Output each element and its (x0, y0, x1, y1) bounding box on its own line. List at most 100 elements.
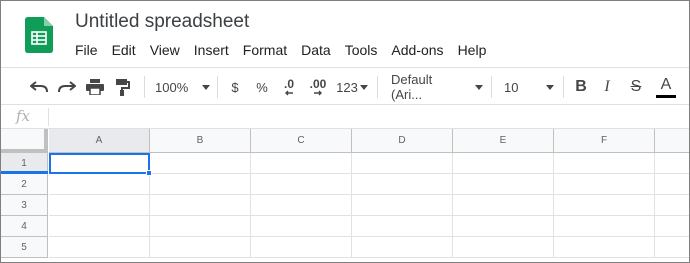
cell[interactable] (150, 153, 251, 174)
cell[interactable] (655, 237, 689, 258)
text-color-label: A (660, 75, 672, 93)
cell[interactable] (655, 195, 689, 216)
cell[interactable] (453, 216, 554, 237)
fill-handle[interactable] (146, 170, 152, 176)
cell[interactable] (150, 174, 251, 195)
column-header-f[interactable]: F (554, 129, 655, 153)
percent-format-button[interactable]: % (251, 68, 273, 106)
cell[interactable] (352, 153, 453, 174)
menu-help[interactable]: Help (458, 41, 487, 59)
cell[interactable] (150, 195, 251, 216)
row-header-5[interactable]: 5 (1, 237, 48, 258)
toolbar-divider (217, 76, 218, 98)
menu-file[interactable]: File (75, 41, 98, 59)
menu-tools[interactable]: Tools (345, 41, 378, 59)
font-size-value: 10 (504, 79, 519, 95)
cell[interactable] (352, 195, 453, 216)
cell[interactable] (251, 195, 352, 216)
column-header-a[interactable]: A (49, 129, 150, 153)
cell[interactable] (554, 216, 655, 237)
cell[interactable] (251, 216, 352, 237)
column-header-b[interactable]: B (150, 129, 251, 153)
toolbar-divider (377, 76, 378, 98)
menu-edit[interactable]: Edit (112, 41, 136, 59)
toolbar-divider (491, 76, 492, 98)
undo-icon (30, 81, 48, 93)
formula-bar-divider (48, 108, 49, 126)
zoom-select[interactable]: 100% (155, 68, 211, 106)
font-family-value: Default (Ari... (391, 72, 433, 102)
menu-format[interactable]: Format (243, 41, 287, 59)
cell[interactable] (655, 153, 689, 174)
column-header-partial[interactable] (655, 129, 689, 153)
decrease-decimal-button[interactable]: .0 (277, 68, 301, 106)
row-header-3[interactable]: 3 (1, 195, 48, 216)
cell[interactable] (352, 237, 453, 258)
paint-format-button[interactable] (111, 68, 135, 106)
toolbar-divider (563, 76, 564, 98)
column-header-d[interactable]: D (352, 129, 453, 153)
row-header-2[interactable]: 2 (1, 174, 48, 195)
cell[interactable] (453, 237, 554, 258)
menu-data[interactable]: Data (301, 41, 331, 59)
chevron-down-icon (546, 84, 555, 90)
toolbar-divider (144, 76, 145, 98)
increase-decimal-button[interactable]: .00 (305, 68, 331, 106)
undo-button[interactable] (27, 68, 51, 106)
italic-button[interactable]: I (597, 68, 617, 106)
cell[interactable] (251, 237, 352, 258)
print-button[interactable] (83, 68, 107, 106)
redo-button[interactable] (55, 68, 79, 106)
cell[interactable] (49, 195, 150, 216)
cell[interactable] (49, 216, 150, 237)
select-all-corner[interactable] (1, 129, 48, 153)
more-formats-button[interactable]: 123 (335, 68, 369, 106)
cell[interactable] (352, 174, 453, 195)
arrow-right-icon (314, 90, 322, 95)
italic-label: I (604, 78, 610, 95)
currency-format-button[interactable]: $ (225, 68, 245, 106)
cell[interactable] (251, 153, 352, 174)
cell[interactable] (554, 195, 655, 216)
text-color-button[interactable]: A (655, 68, 677, 106)
menu-view[interactable]: View (150, 41, 180, 59)
row-header-1[interactable]: 1 (1, 153, 48, 174)
menu-insert[interactable]: Insert (194, 41, 229, 59)
menu-bar: File Edit View Insert Format Data Tools … (75, 41, 500, 59)
bold-button[interactable]: B (571, 68, 591, 106)
cell[interactable] (655, 216, 689, 237)
fx-icon: fx (16, 107, 31, 125)
document-title[interactable]: Untitled spreadsheet (75, 11, 249, 33)
font-size-select[interactable]: 10 (504, 68, 556, 106)
increase-decimal-label: .00 (309, 76, 327, 91)
formula-input[interactable] (53, 107, 683, 127)
cell[interactable] (453, 174, 554, 195)
cell[interactable] (352, 216, 453, 237)
cell[interactable] (150, 237, 251, 258)
sheets-logo-icon[interactable] (25, 17, 53, 53)
more-formats-label: 123 (336, 79, 358, 95)
cell[interactable] (554, 237, 655, 258)
cell[interactable] (453, 153, 554, 174)
selected-cell-outline[interactable] (49, 153, 152, 176)
menu-addons[interactable]: Add-ons (391, 41, 443, 59)
print-icon (86, 79, 104, 95)
paint-format-icon (116, 78, 130, 96)
column-header-e[interactable]: E (453, 129, 554, 153)
cell[interactable] (554, 174, 655, 195)
cell[interactable] (150, 216, 251, 237)
font-family-select[interactable]: Default (Ari... (391, 68, 483, 106)
cell[interactable] (251, 174, 352, 195)
chevron-down-icon (475, 84, 483, 90)
chevron-down-icon (202, 84, 211, 90)
column-header-c[interactable]: C (251, 129, 352, 153)
row-header-4[interactable]: 4 (1, 216, 48, 237)
cell[interactable] (453, 195, 554, 216)
cell[interactable] (554, 153, 655, 174)
cell[interactable] (655, 174, 689, 195)
cell[interactable] (49, 174, 150, 195)
strikethrough-button[interactable]: S (625, 68, 647, 106)
percent-label: % (256, 79, 268, 95)
redo-icon (58, 81, 76, 93)
cell[interactable] (49, 237, 150, 258)
